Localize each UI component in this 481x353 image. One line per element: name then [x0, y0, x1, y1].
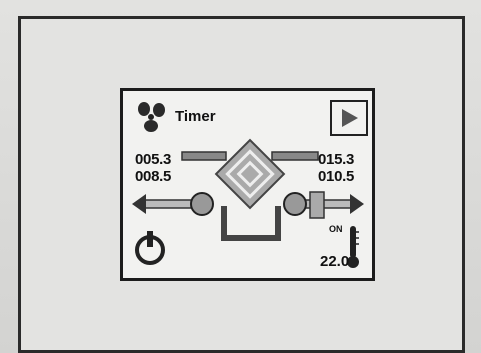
- temperature-readout: 22.0: [320, 253, 350, 270]
- fan-icon[interactable]: [133, 100, 169, 134]
- play-icon: [341, 108, 359, 128]
- heat-exchanger-icon: [214, 138, 286, 210]
- power-icon[interactable]: [133, 228, 167, 266]
- airflow-schematic: [132, 130, 372, 260]
- heater-status-label: ON: [329, 224, 343, 234]
- timer-label: Timer: [175, 108, 216, 125]
